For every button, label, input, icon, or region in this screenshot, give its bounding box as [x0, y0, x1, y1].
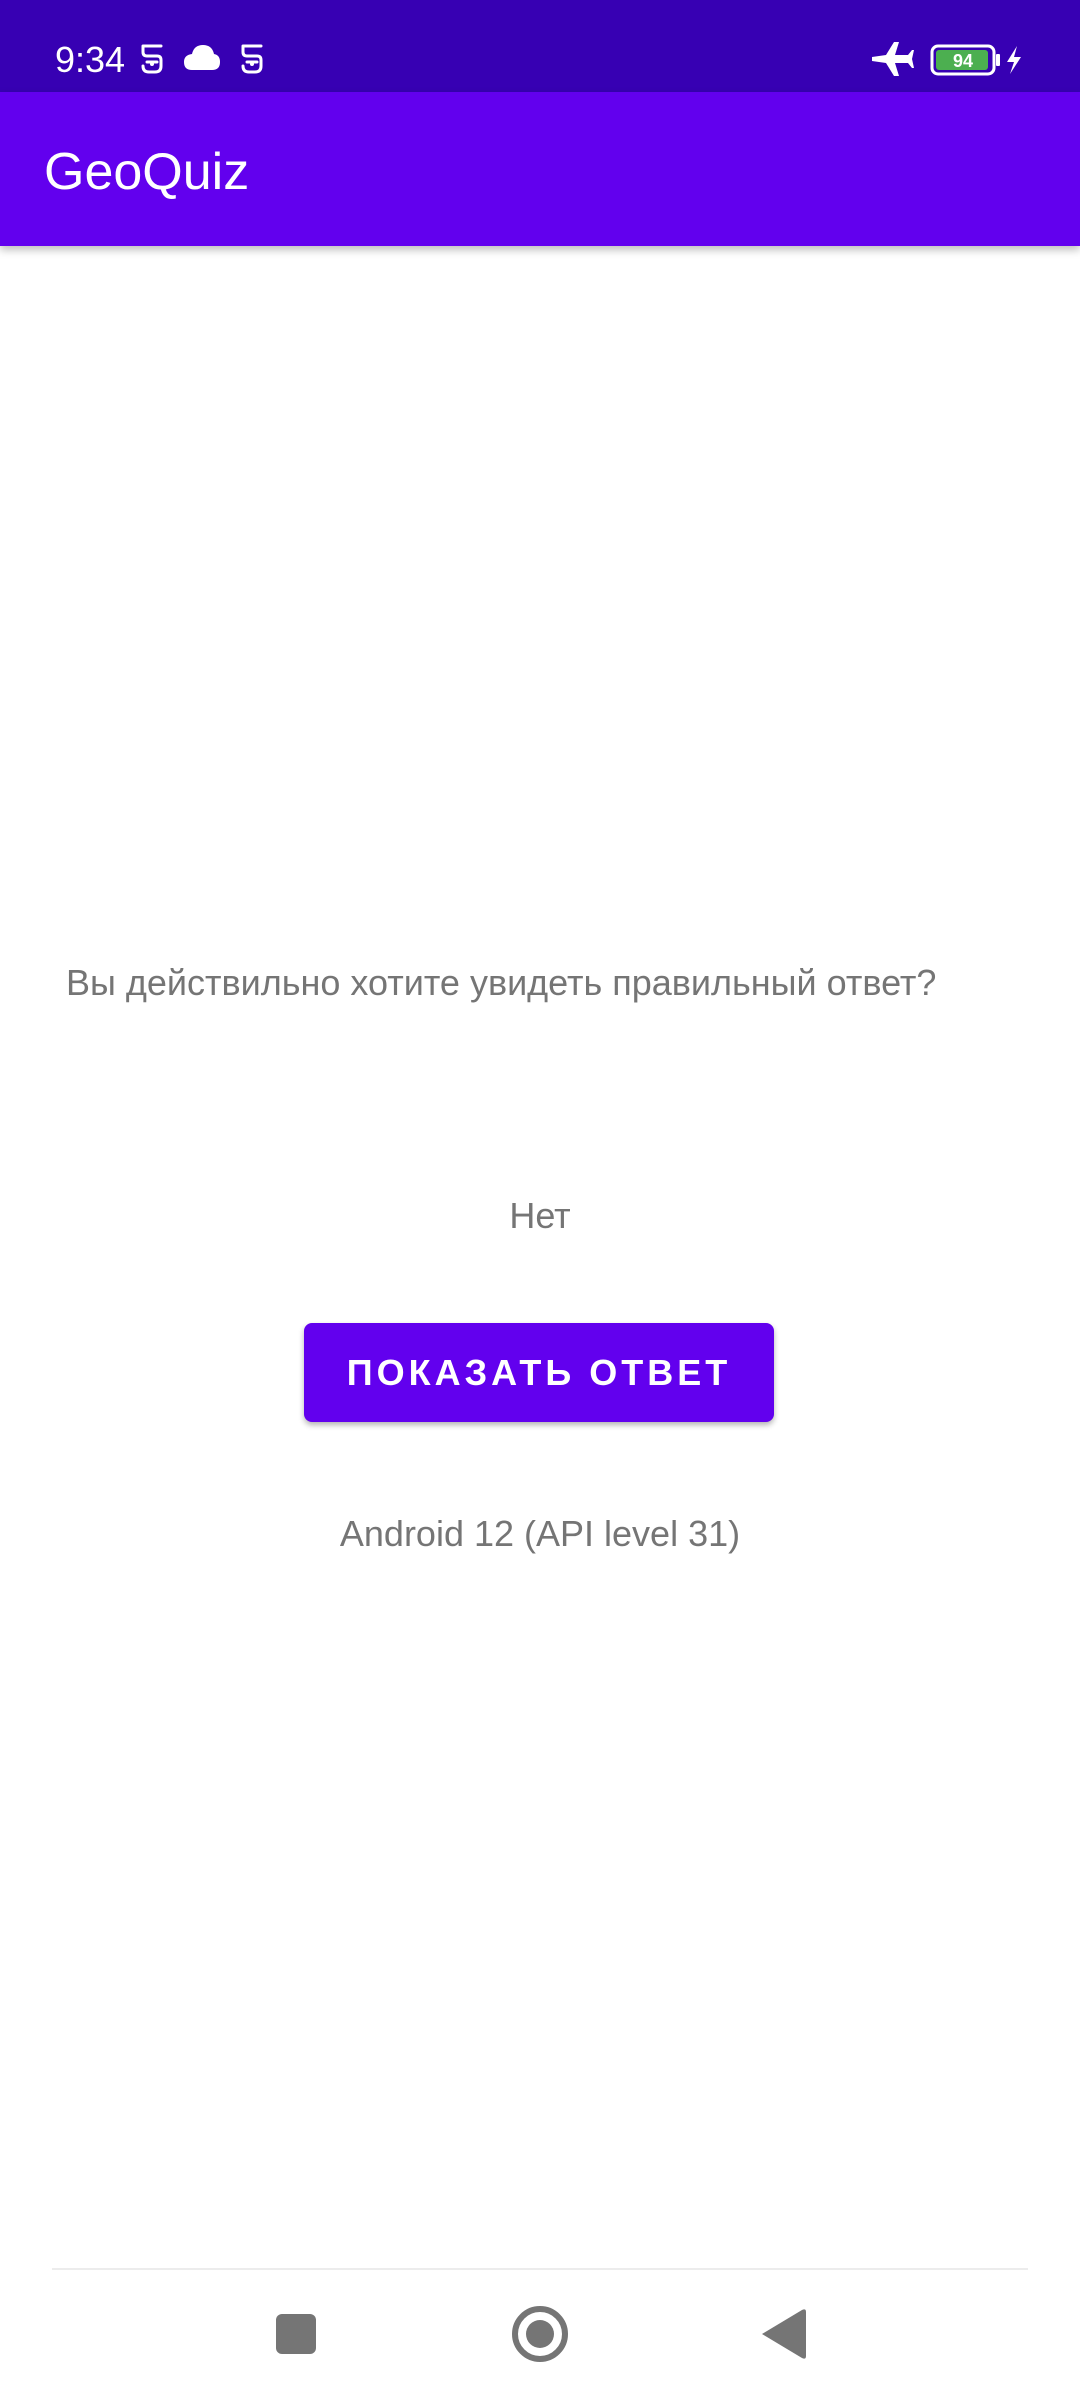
home-circle-icon[interactable] — [470, 2270, 610, 2400]
app-title: GeoQuiz — [44, 143, 250, 201]
status-time: 9:34 — [55, 39, 126, 80]
api-level-text: Android 12 (API level 31) — [339, 1513, 741, 1554]
navigation-bar — [0, 2270, 1080, 2400]
status-bar: 9:34 94 — [0, 0, 1080, 92]
battery-icon: 94 — [930, 44, 1000, 76]
back-triangle-icon[interactable] — [714, 2270, 854, 2400]
battery-level: 94 — [953, 51, 973, 71]
notification-app-icon — [241, 44, 263, 74]
recents-square-icon[interactable] — [226, 2270, 366, 2400]
charging-icon — [1007, 46, 1021, 74]
notification-app-icon — [141, 44, 163, 74]
question-text: Вы действильно хотите увидеть правильный… — [66, 962, 937, 1003]
cloud-icon — [184, 45, 220, 70]
app-bar: GeoQuiz — [0, 92, 1080, 246]
airplane-mode-icon — [872, 42, 914, 76]
answer-text: Нет — [509, 1195, 571, 1236]
show-answer-button[interactable]: ПОКАЗАТЬ ОТВЕТ — [304, 1323, 774, 1422]
